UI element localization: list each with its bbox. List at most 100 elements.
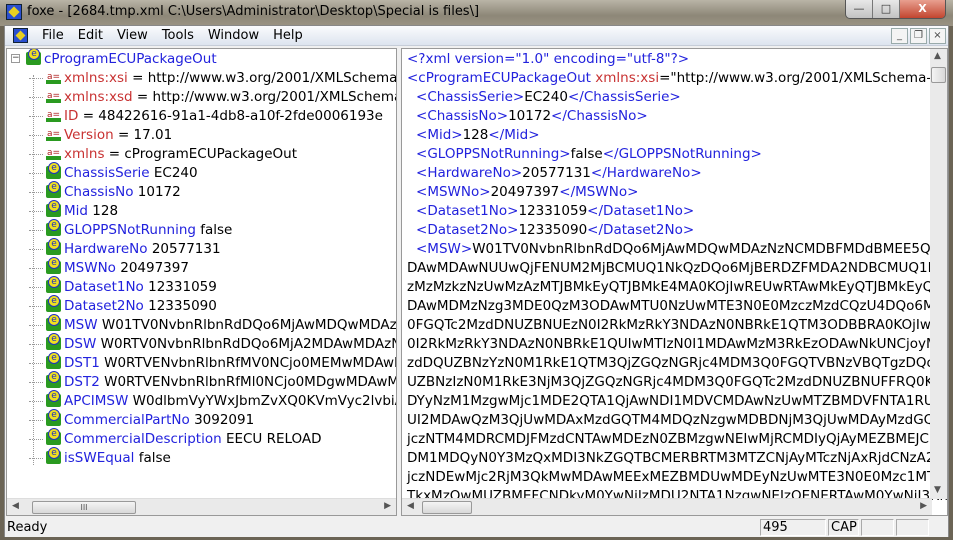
xml-line: <ChassisNo>10172</ChassisNo> (416, 108, 648, 124)
scroll-down-icon[interactable]: ▼ (934, 485, 941, 495)
tree-element-node[interactable]: CommercialPartNo 3092091 (29, 409, 255, 430)
node-name: ChassisSerie (64, 165, 150, 181)
xml-line-msw-content: DM1MDQyN0Y3MzQxMDI3NkZGQTBCMERBRTM3MTZCN… (407, 450, 948, 466)
scroll-thumb[interactable] (931, 67, 946, 83)
close-button[interactable]: X (900, 0, 945, 18)
menu-view[interactable]: View (110, 28, 155, 43)
element-icon (46, 409, 61, 426)
node-name: ID (64, 108, 79, 124)
element-icon (46, 295, 61, 312)
menu-edit[interactable]: Edit (71, 28, 110, 43)
node-name: Dataset1No (64, 279, 144, 295)
doc-close-button[interactable]: × (929, 28, 946, 44)
scroll-left-icon[interactable]: ◀ (12, 501, 19, 511)
tree-element-node[interactable]: APCIMSW W0dlbmVyYWxJbmZvXQ0KVmVyc2lvbiA9… (29, 390, 396, 411)
tree-element-node[interactable]: MSW W01TV0NvbnRlbnRdDQo6MjAwMDQwMDAzNzNC… (29, 314, 397, 335)
tree-root[interactable]: cProgramECUPackageOut (26, 49, 217, 69)
node-value: = cProgramECUPackageOut (108, 146, 298, 162)
scroll-thumb[interactable]: III (32, 501, 136, 514)
tree-connector (29, 153, 43, 155)
tree-element-node[interactable]: CommercialDescription EECU RELOAD (29, 428, 322, 449)
xml-root-open: <cProgramECUPackageOut xmlns:xsi="http:/… (407, 70, 947, 86)
tree-attribute-node[interactable]: xmlns:xsi = http://www.w3.org/2001/XMLSc… (29, 68, 397, 88)
xml-line: <ChassisSerie>EC240</ChassisSerie> (416, 89, 681, 105)
node-value: 10172 (137, 184, 181, 200)
scroll-right-icon[interactable]: ▶ (384, 501, 391, 511)
menu-tools[interactable]: Tools (155, 28, 201, 43)
tree-element-node[interactable]: GLOPPSNotRunning false (29, 219, 233, 240)
tree-connector (29, 191, 43, 193)
menu-bar: File Edit View Tools Window Help _ ❐ × (5, 26, 948, 46)
maximize-button[interactable]: □ (873, 0, 900, 18)
tree-connector (29, 286, 43, 288)
tree-attribute-node[interactable]: Version = 17.01 (29, 125, 172, 145)
node-name: isSWEqual (64, 450, 135, 466)
node-value: false (138, 450, 171, 466)
xml-line: <MSWNo>20497397</MSWNo> (416, 184, 639, 200)
menu-window[interactable]: Window (201, 28, 266, 43)
scroll-left-icon[interactable]: ◀ (407, 501, 414, 511)
scroll-thumb[interactable] (422, 501, 472, 514)
xml-line-msw-content: zdDQUZBNzYzN0M1RkE1QTM3QjZGQzNGRjc4MDM3Q… (407, 355, 948, 371)
xml-line-msw-content: DYyNzM1MzgwMjc1MDE2QTA1QjAwNDI1MDVCMDAwN… (407, 393, 943, 409)
tree-element-node[interactable]: Dataset1No 12331059 (29, 276, 217, 297)
element-icon (46, 219, 61, 236)
tree-connector (29, 362, 43, 364)
element-icon (46, 238, 61, 255)
attribute-icon (46, 68, 61, 87)
tree-element-node[interactable]: Dataset2No 12335090 (29, 295, 217, 316)
node-name: Mid (64, 203, 88, 219)
window-controls: — □ X (845, 0, 946, 19)
tree-connector (29, 248, 43, 250)
xml-line-msw: <MSW>W01TV0NvbnRlbnRdDQo6MjAwMDQwMDAzNzN… (416, 241, 948, 257)
node-name: DST2 (64, 374, 100, 390)
element-icon (46, 390, 61, 407)
tree-attribute-node[interactable]: xmlns = cProgramECUPackageOut (29, 144, 298, 164)
node-name: xmlns:xsi (64, 70, 128, 86)
tree-element-node[interactable]: DST1 W0RTVENvbnRlbnRfMV0NCjo0MEMwMDAwMDA… (29, 352, 396, 373)
tree-connector (29, 457, 43, 459)
source-pane[interactable]: <?xml version="1.0" encoding="utf-8"?> <… (401, 48, 948, 516)
source-horizontal-scrollbar[interactable]: ◀ ▶ (402, 498, 932, 515)
document-icon[interactable] (13, 28, 28, 43)
doc-minimize-button[interactable]: _ (891, 28, 908, 44)
tree-connector (29, 438, 43, 440)
node-value: W01TV0NvbnRlbnRdDQo6MjAwMDQwMDAzNzNCMDBF… (101, 317, 397, 333)
scroll-up-icon[interactable]: ▲ (934, 51, 941, 61)
doc-restore-button[interactable]: ❐ (910, 28, 927, 44)
menu-help[interactable]: Help (266, 28, 310, 43)
window-title: foxe - [2684.tmp.xml C:\Users\Administra… (27, 4, 480, 19)
tree-element-node[interactable]: Mid 128 (29, 200, 118, 221)
node-value: W0RTVENvbnRlbnRfMV0NCjo0MEMwMDAwMDAw (104, 355, 396, 371)
node-value: 3092091 (194, 412, 255, 428)
tree-pane: − cProgramECUPackageOut xmlns:xsi = http… (6, 48, 397, 516)
status-position: 495 (760, 519, 826, 536)
node-value: false (200, 222, 233, 238)
element-icon (46, 428, 61, 445)
tree-horizontal-scrollbar[interactable]: ◀ III ▶ (7, 498, 396, 515)
collapse-toggle[interactable]: − (11, 54, 20, 63)
scroll-right-icon[interactable]: ▶ (920, 501, 927, 511)
tree-element-node[interactable]: DSW W0RTV0NvbnRlbnRdDQo6MjA2MDAwMDAzNzNC (29, 333, 397, 354)
tree-connector (29, 96, 43, 98)
node-name: Dataset2No (64, 298, 144, 314)
tree-element-node[interactable]: DST2 W0RTVENvbnRlbnRfMl0NCjo0MDgwMDAwMDA… (29, 371, 396, 392)
element-icon (46, 181, 61, 198)
node-value: = http://www.w3.org/2001/XMLSchema-insta… (132, 70, 397, 86)
minimize-button[interactable]: — (846, 0, 873, 18)
element-icon (26, 49, 41, 65)
element-icon (46, 200, 61, 217)
tree-element-node[interactable]: isSWEqual false (29, 447, 171, 468)
node-name: GLOPPSNotRunning (64, 222, 196, 238)
node-name: HardwareNo (64, 241, 148, 257)
tree-element-node[interactable]: HardwareNo 20577131 (29, 238, 221, 259)
element-icon (46, 352, 61, 369)
tree-attribute-node[interactable]: ID = 48422616-91a1-4db8-a10f-2fde0006193… (29, 106, 383, 126)
menu-file[interactable]: File (35, 28, 71, 43)
node-value: W0RTV0NvbnRlbnRdDQo6MjA2MDAwMDAzNzNC (100, 336, 397, 352)
source-vertical-scrollbar[interactable]: ▲ ▼ (930, 49, 947, 499)
tree-attribute-node[interactable]: xmlns:xsd = http://www.w3.org/2001/XMLSc… (29, 87, 396, 107)
xml-line: <Dataset2No>12335090</Dataset2No> (416, 222, 695, 238)
tree-connector (29, 115, 43, 117)
xml-line-msw-content: DAwMDMzNzg3MDE0QzM3ODAwMTU0NzUwMTE3N0E0M… (407, 298, 948, 314)
